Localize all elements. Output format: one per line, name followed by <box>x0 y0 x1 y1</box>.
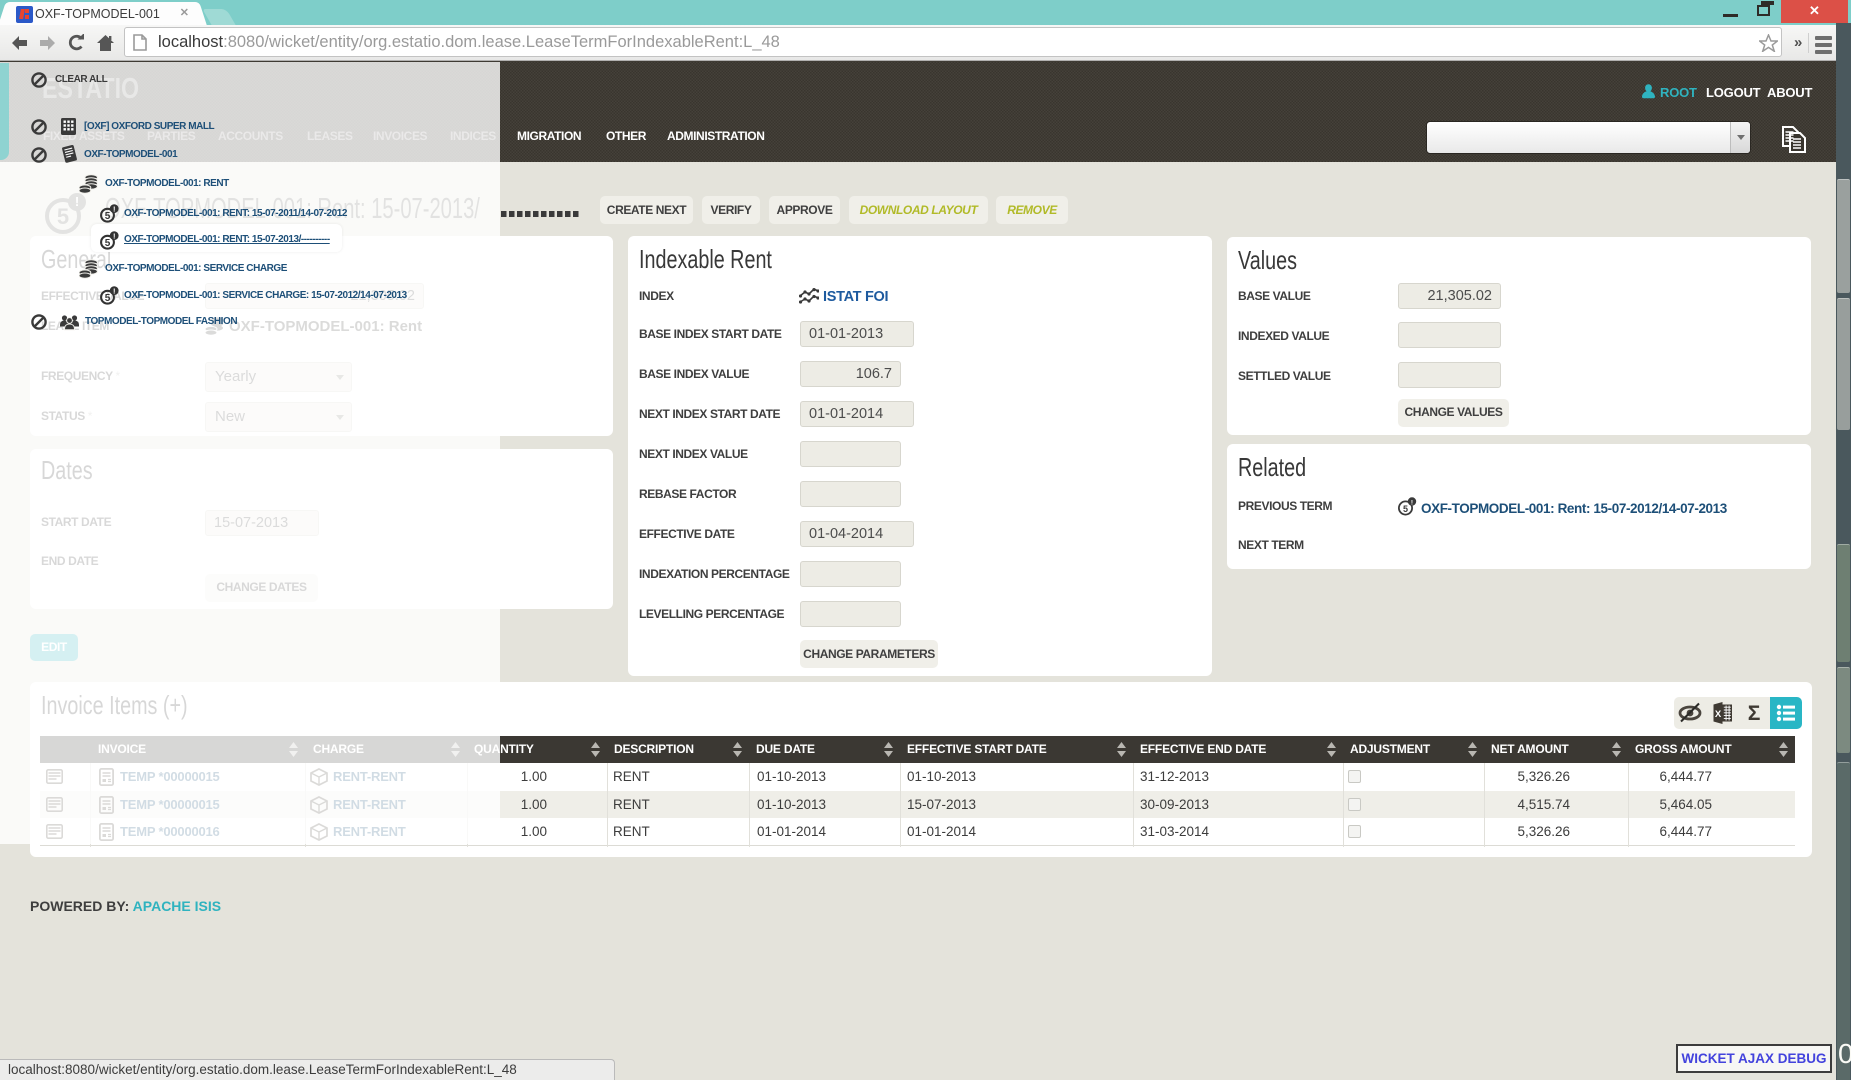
svg-text:5: 5 <box>105 238 111 249</box>
svg-text:5: 5 <box>105 211 111 222</box>
svg-text:X: X <box>1715 709 1722 720</box>
svg-text:Σ: Σ <box>1748 702 1761 725</box>
svg-text:!: ! <box>113 205 116 214</box>
svg-text:!: ! <box>113 287 116 296</box>
svg-text:5: 5 <box>1403 504 1408 514</box>
svg-text:!: ! <box>1411 499 1413 506</box>
svg-text:!: ! <box>113 232 116 241</box>
svg-text:5: 5 <box>105 293 111 304</box>
